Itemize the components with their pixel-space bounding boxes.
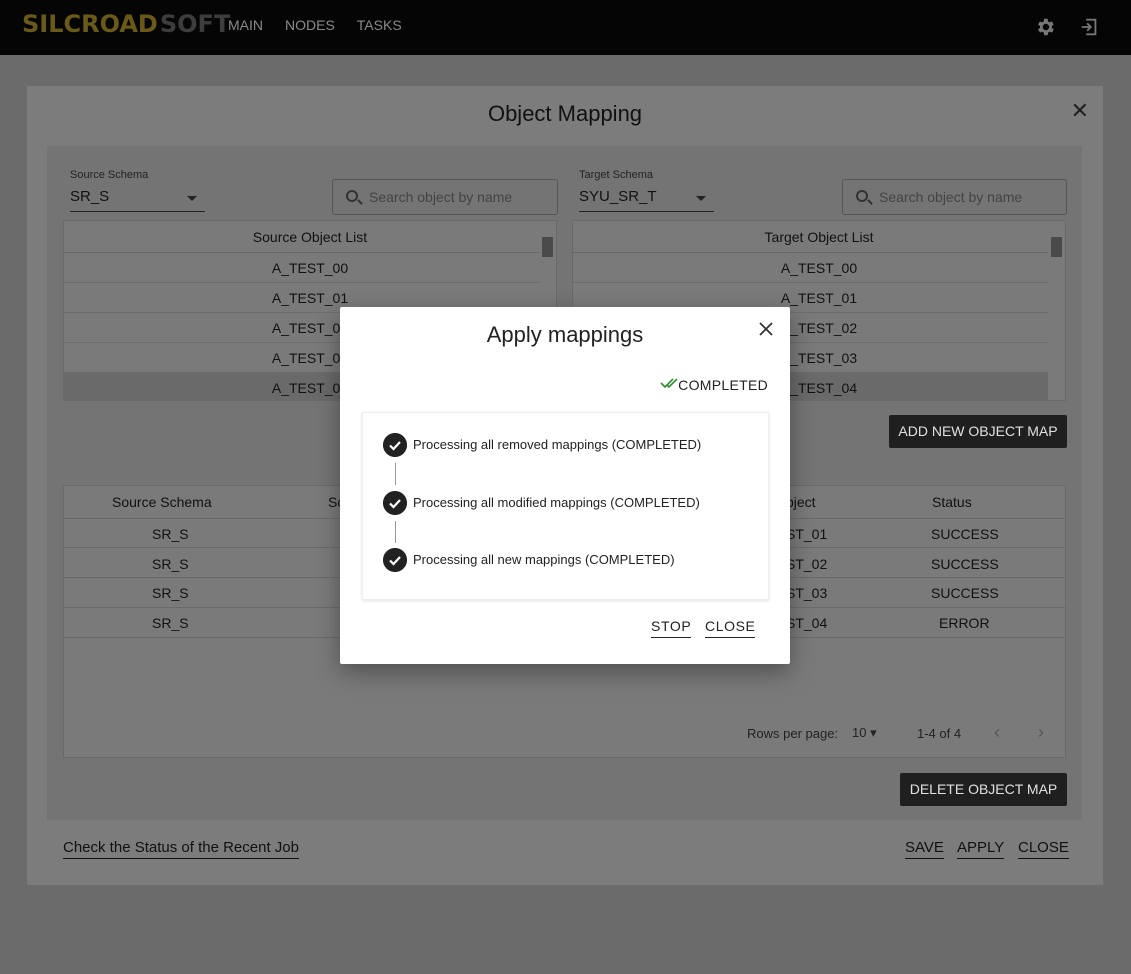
table-cell-schema: SR_S	[152, 556, 189, 572]
prev-page-icon[interactable]: ‹	[994, 722, 1000, 743]
double-check-icon	[660, 378, 678, 389]
table-cell-schema: SR_S	[152, 585, 189, 601]
silcroad-logo[interactable]: SILCROADSOFT	[22, 10, 230, 38]
check-job-status-link[interactable]: Check the Status of the Recent Job	[63, 839, 299, 859]
main-nav: MAIN NODES TASKS	[228, 17, 424, 33]
stop-button[interactable]: STOP	[651, 618, 692, 638]
rows-per-page-select[interactable]: 10 ▾	[852, 725, 877, 741]
scrollbar[interactable]	[1048, 221, 1065, 400]
source-schema-select[interactable]: SR_S	[70, 186, 205, 212]
search-icon	[346, 190, 358, 202]
next-page-icon[interactable]: ›	[1038, 722, 1044, 743]
column-header-target-object: bject	[786, 494, 816, 510]
target-search-input[interactable]: Search object by name	[842, 179, 1067, 215]
table-cell-status: SUCCESS	[931, 556, 999, 572]
scrollbar-thumb[interactable]	[1051, 237, 1062, 257]
progress-steps: Processing all removed mappings (COMPLET…	[362, 412, 769, 600]
close-button[interactable]: CLOSE	[1018, 839, 1069, 859]
source-search-input[interactable]: Search object by name	[332, 179, 558, 215]
check-circle-icon	[383, 433, 407, 457]
scrollbar-thumb[interactable]	[542, 237, 553, 257]
search-icon	[856, 190, 868, 202]
source-list-header: Source Object List	[64, 221, 556, 253]
table-cell-object: ST_04	[786, 615, 828, 631]
modal-title: Apply mappings	[486, 322, 644, 347]
logout-icon[interactable]	[1078, 16, 1100, 38]
close-icon[interactable]	[756, 319, 776, 339]
target-schema-label: Target Schema	[579, 169, 653, 181]
table-cell-object: ST_02	[786, 556, 828, 572]
status-badge: COMPLETED	[678, 377, 768, 393]
target-list-header: Target Object List	[573, 221, 1065, 253]
delete-object-map-button[interactable]: DELETE OBJECT MAP	[900, 773, 1067, 806]
nav-nodes[interactable]: NODES	[285, 17, 335, 33]
apply-button[interactable]: APPLY	[957, 839, 1005, 859]
step-connector	[395, 521, 396, 543]
top-navigation-bar: SILCROADSOFT MAIN NODES TASKS	[0, 0, 1131, 55]
step-label: Processing all modified mappings (COMPLE…	[413, 495, 700, 510]
nav-tasks[interactable]: TASKS	[357, 17, 402, 33]
dropdown-arrow-icon: ▾	[870, 725, 877, 740]
step-label: Processing all removed mappings (COMPLET…	[413, 437, 702, 452]
column-header-source-schema: Source Schema	[112, 494, 212, 510]
settings-icon[interactable]	[1034, 16, 1056, 38]
pagination-range: 1-4 of 4	[917, 726, 962, 741]
table-cell-object: ST_01	[786, 526, 828, 542]
table-cell-object: ST_03	[786, 585, 828, 601]
close-icon[interactable]: ✕	[1071, 98, 1089, 124]
dropdown-arrow-icon	[187, 196, 197, 201]
target-schema-select[interactable]: SYU_SR_T	[579, 186, 714, 212]
rows-per-page-label: Rows per page:	[747, 726, 839, 741]
table-cell-status: SUCCESS	[931, 585, 999, 601]
add-object-map-button[interactable]: ADD NEW OBJECT MAP	[889, 415, 1067, 448]
table-cell-status: ERROR	[939, 615, 990, 631]
save-button[interactable]: SAVE	[905, 839, 944, 859]
modal-close-button[interactable]: CLOSE	[705, 618, 756, 638]
list-item[interactable]: A_TEST_00	[64, 253, 556, 283]
step-label: Processing all new mappings (COMPLETED)	[413, 552, 675, 567]
apply-mappings-modal: Apply mappings COMPLETED Processing all …	[340, 307, 790, 664]
column-header-status: Status	[932, 494, 972, 510]
object-mapping-title: Object Mapping	[487, 101, 643, 126]
step-connector	[395, 463, 396, 485]
nav-main[interactable]: MAIN	[228, 17, 263, 33]
table-cell-schema: SR_S	[152, 615, 189, 631]
list-item[interactable]: A_TEST_00	[573, 253, 1065, 283]
check-circle-icon	[383, 491, 407, 515]
table-cell-status: SUCCESS	[931, 526, 999, 542]
source-schema-label: Source Schema	[70, 169, 149, 181]
check-circle-icon	[383, 548, 407, 572]
dropdown-arrow-icon	[696, 196, 706, 201]
table-cell-schema: SR_S	[152, 526, 189, 542]
